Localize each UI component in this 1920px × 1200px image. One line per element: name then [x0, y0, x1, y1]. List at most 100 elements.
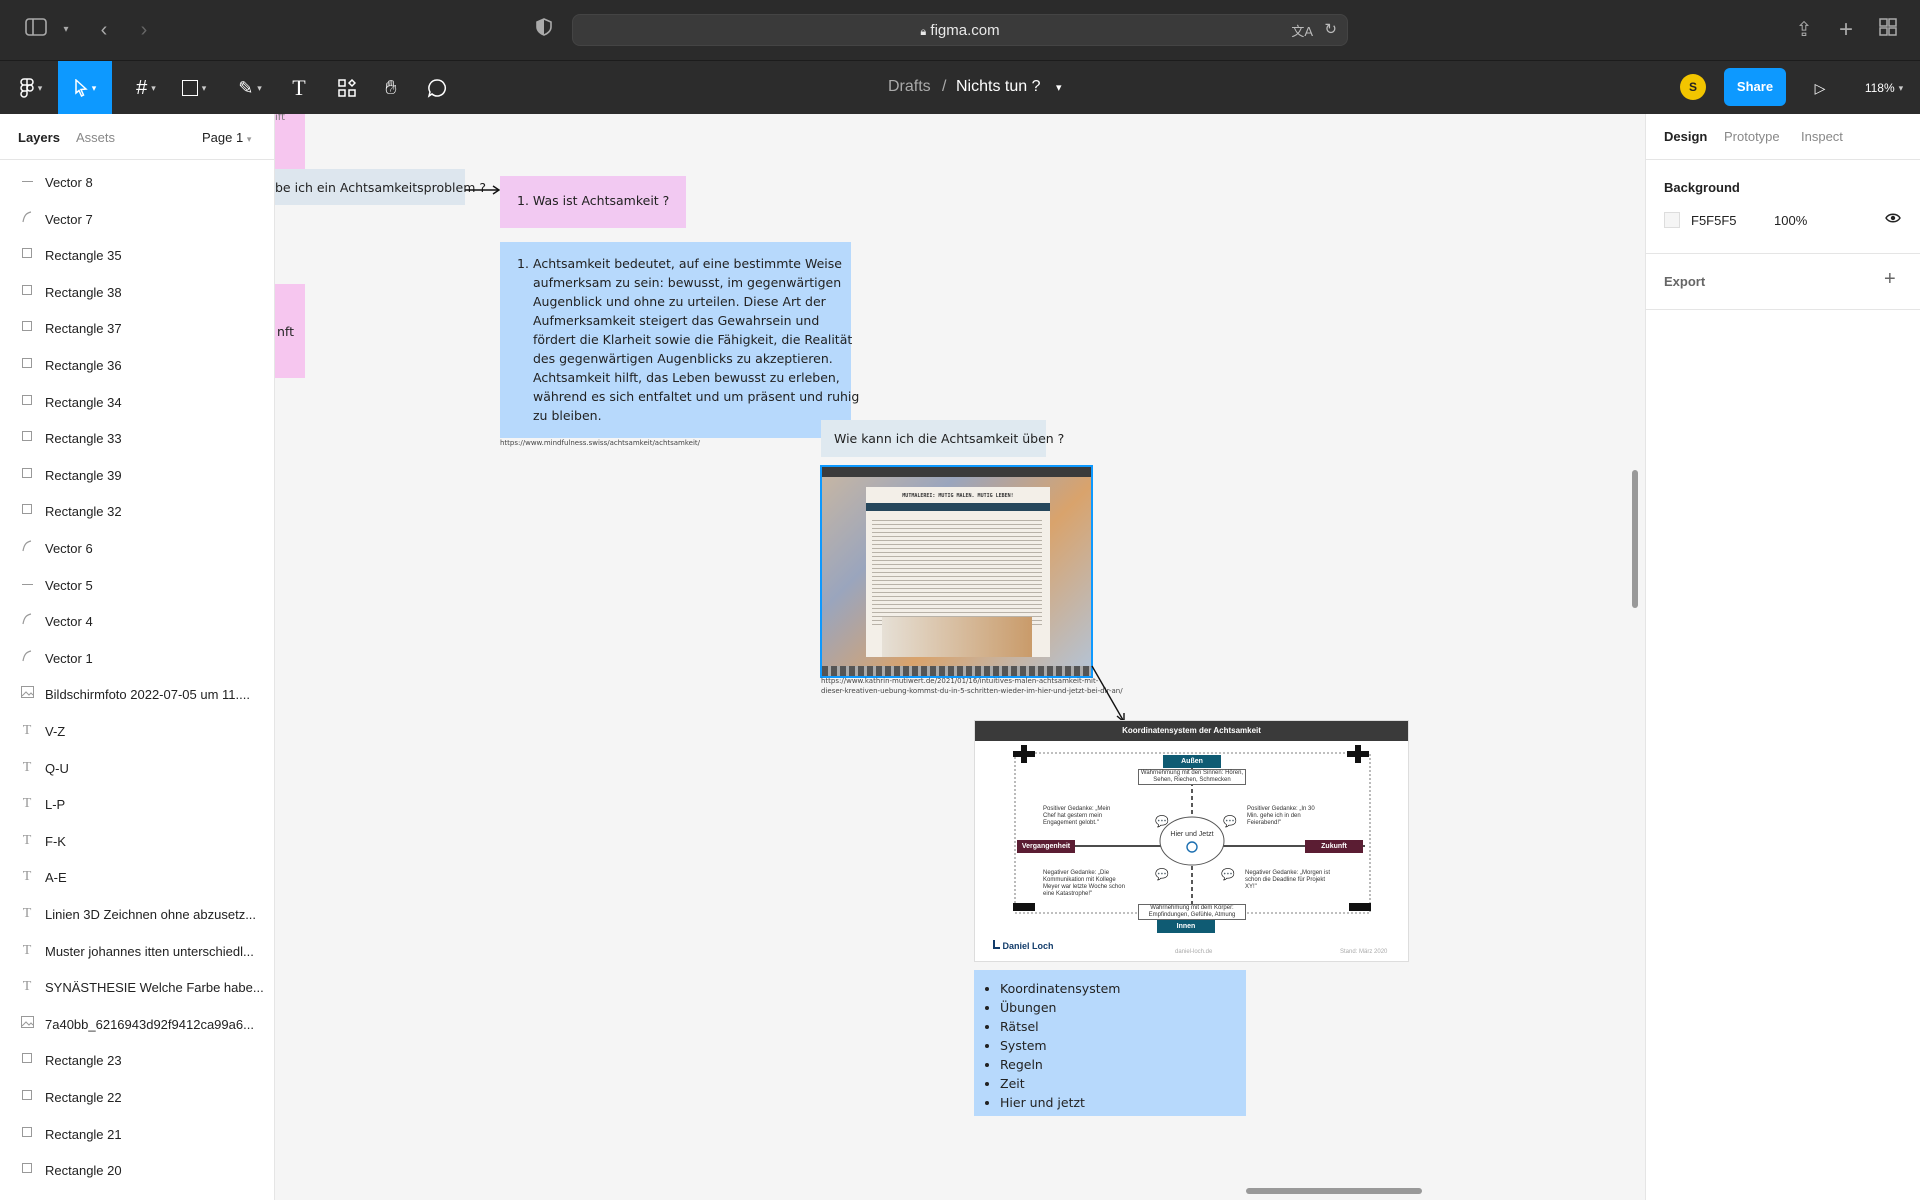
- background-opacity-field[interactable]: 100%: [1774, 213, 1807, 228]
- layer-row[interactable]: T F-K: [0, 823, 275, 859]
- partial-question: be ich ein Achtsamkeitsproblem ?: [275, 180, 486, 195]
- layer-row[interactable]: Rectangle 35: [0, 237, 275, 273]
- question-text: 1. Was ist Achtsamkeit ?: [517, 193, 670, 208]
- layer-row[interactable]: Bildschirmfoto 2022-07-05 um 11....: [0, 676, 275, 712]
- chevron-down-icon[interactable]: ▾: [1056, 81, 1062, 94]
- back-icon[interactable]: ‹: [90, 16, 118, 44]
- layer-row[interactable]: T Q-U: [0, 750, 275, 786]
- add-export-icon[interactable]: +: [1884, 268, 1896, 291]
- tab-inspect[interactable]: Inspect: [1801, 129, 1843, 144]
- properties-panel: Design Prototype Inspect Background F5F5…: [1645, 114, 1920, 1200]
- shape-tool-button[interactable]: ▾: [172, 61, 216, 115]
- list-item: Koordinatensystem: [1000, 979, 1120, 998]
- layer-row[interactable]: Rectangle 39: [0, 457, 275, 493]
- address-bar[interactable]: 🔒︎ figma.com 文A ↻: [572, 14, 1348, 46]
- layers-panel-header: Layers Assets Page 1 ▾: [0, 114, 274, 160]
- layer-row[interactable]: T A-E: [0, 859, 275, 895]
- layer-row[interactable]: 7a40bb_6216943d92f9412ca99a6...: [0, 1006, 275, 1042]
- partial-label-top: ift: [275, 114, 286, 123]
- layer-row[interactable]: Vector 1: [0, 640, 275, 676]
- canvas[interactable]: ift be ich ein Achtsamkeitsproblem ? nft…: [275, 114, 1645, 1200]
- shield-icon[interactable]: [530, 16, 558, 44]
- hand-tool-button[interactable]: ✋︎: [372, 61, 410, 115]
- layer-row[interactable]: Rectangle 20: [0, 1152, 275, 1188]
- layer-name: Rectangle 37: [45, 321, 122, 337]
- new-tab-icon[interactable]: +: [1832, 16, 1860, 44]
- page-selector[interactable]: Page 1 ▾: [202, 130, 251, 145]
- rectangle-icon: [20, 1089, 34, 1103]
- reload-icon[interactable]: ↻: [1324, 20, 1337, 38]
- frame-tool-button[interactable]: # ▾: [124, 61, 168, 115]
- layer-row[interactable]: Rectangle 33: [0, 420, 275, 456]
- tab-design[interactable]: Design: [1664, 129, 1707, 144]
- layer-row[interactable]: Vector 4: [0, 603, 275, 639]
- question-how-practice[interactable]: Wie kann ich die Achtsamkeit üben ?: [821, 420, 1064, 457]
- present-button[interactable]: ▷: [1806, 61, 1834, 115]
- layer-row[interactable]: Rectangle 22: [0, 1079, 275, 1115]
- layer-row[interactable]: T V-Z: [0, 713, 275, 749]
- tab-prototype[interactable]: Prototype: [1724, 129, 1780, 144]
- chevron-down-icon[interactable]: ▾: [52, 16, 80, 44]
- url-text: figma.com: [930, 22, 1000, 39]
- resources-button[interactable]: [328, 61, 366, 115]
- mindfulness-diagram[interactable]: Koordinatensystem der Achtsamkeit 💬 💬 💬 …: [974, 720, 1409, 962]
- layer-row[interactable]: T Muster johannes itten unterschiedl...: [0, 933, 275, 969]
- rectangle-icon: [20, 1162, 34, 1176]
- layer-row[interactable]: Rectangle 38: [0, 274, 275, 310]
- sidebar-toggle-icon[interactable]: [22, 16, 50, 44]
- color-swatch[interactable]: [1664, 212, 1680, 228]
- share-button[interactable]: Share: [1724, 68, 1786, 106]
- list-item: Übungen: [1000, 998, 1120, 1017]
- list-number: 1.: [517, 256, 529, 271]
- layer-row[interactable]: Rectangle 23: [0, 1042, 275, 1078]
- layer-row[interactable]: T SYNÄSTHESIE Welche Farbe habe...: [0, 969, 275, 1005]
- vertical-scrollbar[interactable]: [1632, 470, 1638, 608]
- translate-icon[interactable]: 文A: [1291, 21, 1313, 40]
- layer-row[interactable]: T L-P: [0, 786, 275, 822]
- comment-tool-button[interactable]: [418, 61, 456, 115]
- layer-row[interactable]: Rectangle 21: [0, 1116, 275, 1152]
- eye-icon[interactable]: [1885, 210, 1901, 229]
- main-menu-button[interactable]: ▾: [8, 61, 54, 115]
- tab-overview-icon[interactable]: [1874, 16, 1902, 44]
- screenshot-source-link[interactable]: https://www.kathrin-mutiwert.de/2021/01/…: [821, 676, 1123, 696]
- layer-row[interactable]: T Linien 3D Zeichnen ohne abzusetz...: [0, 896, 275, 932]
- layer-row[interactable]: Rectangle 19: [0, 1189, 275, 1200]
- move-tool-button[interactable]: ▾: [58, 61, 112, 115]
- arrow-connector[interactable]: [1090, 664, 1130, 728]
- answer-note[interactable]: 1. Achtsamkeit bedeutet, auf eine bestim…: [500, 242, 859, 438]
- breadcrumb-drafts[interactable]: Drafts: [888, 78, 931, 96]
- layer-row[interactable]: Rectangle 36: [0, 347, 275, 383]
- bullet-note[interactable]: KoordinatensystemÜbungenRätselSystemRege…: [974, 970, 1246, 1116]
- answer-line: während es sich entfaltet und um präsent…: [533, 389, 860, 404]
- layer-row[interactable]: Rectangle 32: [0, 493, 275, 529]
- text-icon: T: [22, 942, 32, 958]
- text-icon: T: [22, 796, 32, 812]
- avatar[interactable]: S: [1680, 74, 1706, 100]
- tab-layers[interactable]: Layers: [18, 130, 60, 145]
- layer-name: Muster johannes itten unterschiedl...: [45, 943, 254, 959]
- share-sheet-icon[interactable]: ⇪: [1790, 16, 1818, 44]
- pen-tool-button[interactable]: ✎ ▾: [228, 61, 272, 115]
- horizontal-scrollbar[interactable]: [1246, 1188, 1422, 1194]
- zoom-menu[interactable]: 118% ▾: [1856, 61, 1912, 115]
- list-item: System: [1000, 1036, 1120, 1055]
- answer-source-link[interactable]: https://www.mindfulness.swiss/achtsamkei…: [500, 439, 700, 447]
- layer-row[interactable]: Vector 8: [0, 164, 275, 200]
- layer-row[interactable]: Rectangle 34: [0, 384, 275, 420]
- text-tool-button[interactable]: T: [280, 61, 318, 115]
- file-name[interactable]: Nichts tun ?: [956, 78, 1040, 96]
- tab-assets[interactable]: Assets: [76, 130, 115, 145]
- axis-desc-bottom: Wahrnehmung mit dem Körper: Empfindungen…: [1138, 904, 1246, 920]
- forward-icon[interactable]: ›: [130, 16, 158, 44]
- layer-row[interactable]: Vector 5: [0, 567, 275, 603]
- background-hex-field[interactable]: F5F5F5: [1691, 213, 1737, 228]
- question-what-is[interactable]: 1. Was ist Achtsamkeit ?: [500, 176, 686, 228]
- screenshot-image[interactable]: MUTMALEREI: MUTIG MALEN. MUTIG LEBEN!: [820, 465, 1093, 678]
- text-icon: T: [22, 759, 32, 775]
- layer-row[interactable]: Rectangle 37: [0, 310, 275, 346]
- layer-row[interactable]: Vector 7: [0, 201, 275, 237]
- arrow-connector[interactable]: [463, 184, 503, 196]
- answer-line: fördert die Klarheit sowie die Fähigkeit…: [533, 332, 853, 347]
- layer-row[interactable]: Vector 6: [0, 530, 275, 566]
